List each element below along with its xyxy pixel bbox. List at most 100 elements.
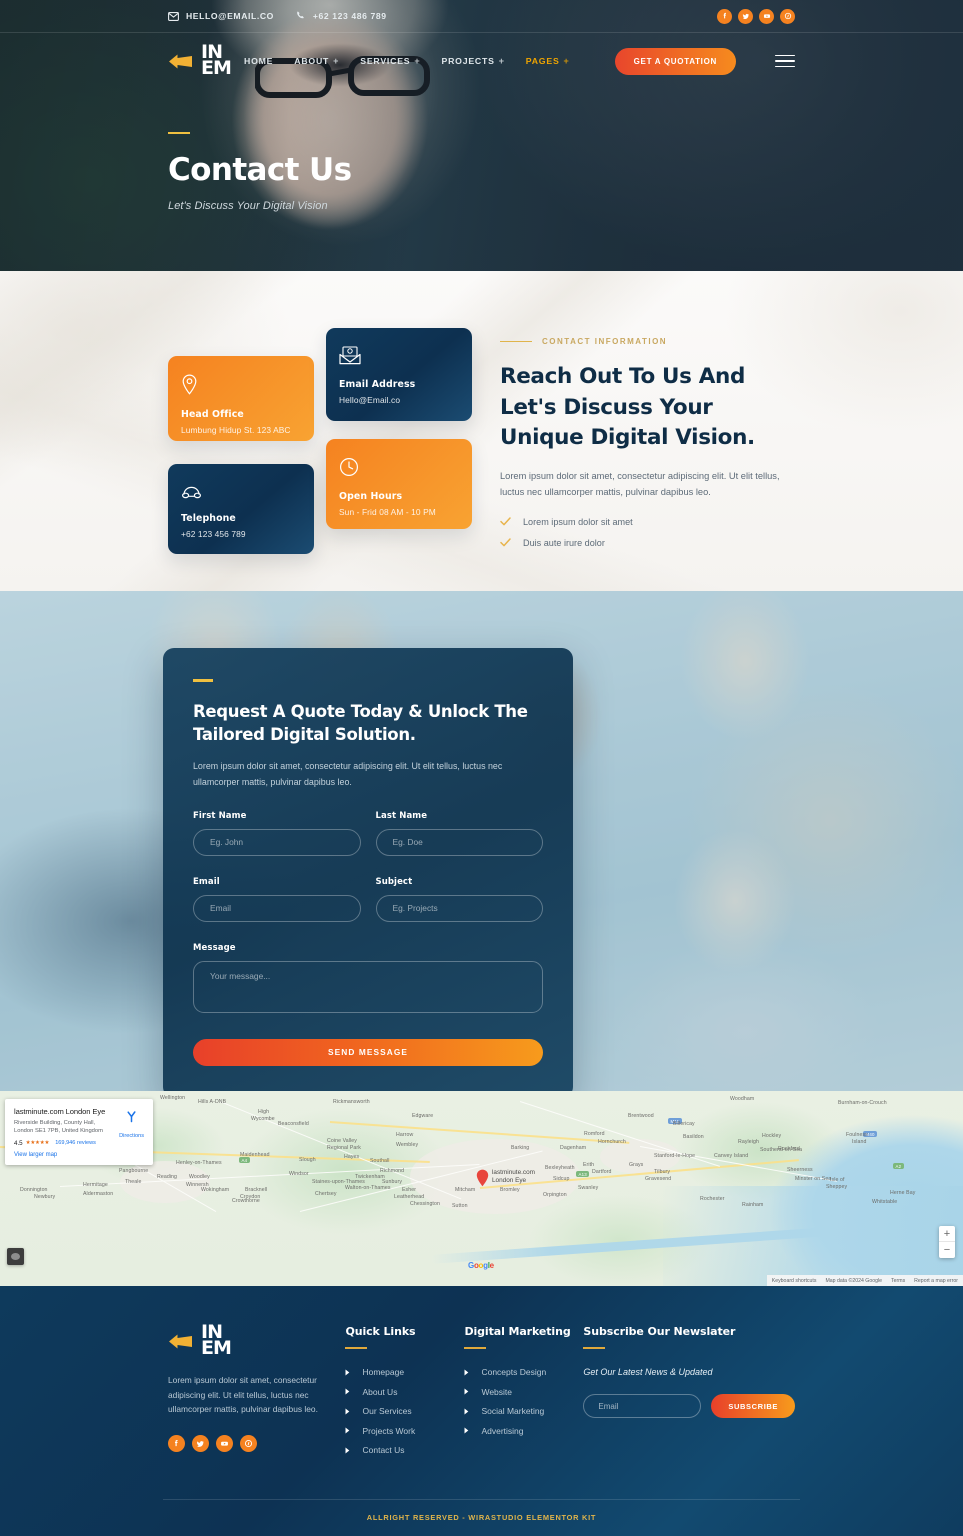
pinterest-icon[interactable] xyxy=(780,8,795,24)
nav-item-about[interactable]: ABOUT + xyxy=(294,56,339,66)
page-title: Contact Us xyxy=(168,152,352,188)
youtube-icon[interactable] xyxy=(216,1434,233,1452)
map-marker-label: lastminute.com London Eye xyxy=(492,1169,535,1185)
first-name-input[interactable] xyxy=(193,828,361,856)
map-view-larger-link[interactable]: View larger map xyxy=(14,1152,144,1158)
nav-item-pages[interactable]: PAGES + xyxy=(526,56,570,66)
nav-services-plus-icon: + xyxy=(414,56,421,66)
facebook-icon[interactable] xyxy=(717,8,732,24)
youtube-icon[interactable] xyxy=(759,8,774,24)
site-logo[interactable]: IN EM xyxy=(168,43,232,79)
quote-form-row-email-subject: Email Subject xyxy=(193,877,543,922)
map-place-label: Southall xyxy=(370,1158,390,1164)
subscribe-button[interactable]: SUBSCRIBE xyxy=(711,1394,795,1418)
footer-link-concepts-design-label: Concepts Design xyxy=(481,1367,547,1377)
google-watermark: Google xyxy=(468,1261,494,1270)
caret-right-icon xyxy=(464,1369,469,1375)
caret-right-icon xyxy=(345,1427,350,1434)
nav-item-projects[interactable]: PROJECTS + xyxy=(441,56,504,66)
map-place-label: Orpington xyxy=(543,1192,567,1198)
map-directions-button[interactable]: Directions xyxy=(119,1110,144,1142)
map-marker[interactable]: lastminute.com London Eye xyxy=(476,1169,535,1192)
logo-arrow-icon xyxy=(169,1334,192,1349)
subject-input[interactable] xyxy=(375,894,543,922)
map-report-error-link[interactable]: Report a map error xyxy=(914,1278,958,1284)
telephone-icon xyxy=(181,482,301,499)
footer-divider xyxy=(163,1499,800,1500)
logo-line-2: EM xyxy=(201,57,232,79)
footer-link-homepage[interactable]: Homepage xyxy=(345,1367,464,1377)
footer-heading-rule xyxy=(345,1347,368,1349)
mail-icon xyxy=(168,11,179,21)
send-message-button[interactable]: SEND MESSAGE xyxy=(193,1038,543,1066)
footer-link-advertising[interactable]: Advertising xyxy=(464,1426,583,1436)
map-section[interactable]: M11 M40 A4 A2 A13 lastminute.com London … xyxy=(0,1091,963,1286)
logo-wordmark: IN EM xyxy=(201,43,232,79)
map-place-label: Rickmansworth xyxy=(333,1099,370,1105)
map-place-label: Walton-on-Thames xyxy=(345,1185,391,1191)
nav-item-home[interactable]: HOME xyxy=(244,56,273,66)
footer-link-concepts-design[interactable]: Concepts Design xyxy=(464,1367,583,1377)
hamburger-menu-icon[interactable] xyxy=(775,51,795,72)
get-a-quotation-button[interactable]: GET A QUOTATION xyxy=(614,47,736,75)
caret-right-icon xyxy=(464,1388,469,1395)
map-zoom-in-button[interactable]: + xyxy=(939,1226,955,1242)
phone-icon xyxy=(297,11,304,19)
message-group: Message xyxy=(193,943,543,1018)
footer-link-homepage-label: Homepage xyxy=(362,1367,405,1377)
map-place-label: Island xyxy=(852,1139,867,1145)
facebook-icon[interactable] xyxy=(168,1434,185,1452)
map-keyboard-shortcuts[interactable]: Keyboard shortcuts xyxy=(772,1278,817,1284)
map-rating-reviews[interactable]: 169,946 reviews xyxy=(55,1140,96,1146)
footer-link-social-marketing[interactable]: Social Marketing xyxy=(464,1406,583,1416)
contact-card-telephone[interactable]: Telephone +62 123 456 789 xyxy=(168,464,314,555)
topbar-phone-text: +62 123 486 789 xyxy=(312,11,387,21)
hamburger-bar-3 xyxy=(775,65,795,68)
map-terms-link[interactable]: Terms xyxy=(891,1278,905,1284)
footer-link-social-marketing-label: Social Marketing xyxy=(481,1406,545,1416)
checklist-item: Lorem ipsum dolor sit amet xyxy=(500,517,795,527)
footer-digital-marketing-heading: Digital Marketing xyxy=(464,1325,571,1338)
directions-icon xyxy=(127,1111,136,1123)
twitter-icon[interactable] xyxy=(192,1434,209,1452)
footer-link-website[interactable]: Website xyxy=(464,1387,583,1397)
footer-newsletter-heading: Subscribe Our Newslater xyxy=(583,1325,736,1338)
footer-link-projects-work[interactable]: Projects Work xyxy=(345,1426,464,1436)
email-input[interactable] xyxy=(193,894,361,922)
checklist-item-label: Lorem ipsum dolor sit amet xyxy=(523,516,633,527)
contact-card-email-address[interactable]: Email Address Hello@Email.co xyxy=(326,328,472,421)
map-place-label: Canvey Island xyxy=(714,1153,749,1159)
twitter-icon[interactable] xyxy=(738,8,753,24)
map-pin-marker-icon xyxy=(476,1169,489,1187)
subject-label: Subject xyxy=(375,876,413,887)
map-place-label: Henley-on-Thames xyxy=(176,1160,222,1166)
contact-information-section: Head Office Lumbung Hidup St. 123 ABC Em… xyxy=(0,271,963,591)
map-marker-label-line1: lastminute.com xyxy=(492,1169,535,1176)
topbar-phone[interactable]: +62 123 486 789 xyxy=(296,11,387,21)
footer-logo-line-2: EM xyxy=(201,1336,232,1359)
site-footer: IN EM Lorem ipsum dolor sit amet, consec… xyxy=(0,1286,963,1536)
map-place-label: Donnington xyxy=(20,1187,48,1193)
contact-card-open-hours[interactable]: Open Hours Sun - Frid 08 AM - 10 PM xyxy=(326,439,472,530)
footer-link-about-us[interactable]: About Us xyxy=(345,1387,464,1397)
newsletter-email-input[interactable] xyxy=(583,1394,702,1418)
nav-item-services[interactable]: SERVICES + xyxy=(360,56,420,66)
footer-link-our-services[interactable]: Our Services xyxy=(345,1406,464,1416)
top-bar: HELLO@EMAIL.CO +62 123 486 789 xyxy=(0,0,963,33)
last-name-input[interactable] xyxy=(375,828,543,856)
message-textarea[interactable] xyxy=(193,960,543,1013)
contact-card-head-office[interactable]: Head Office Lumbung Hidup St. 123 ABC xyxy=(168,356,314,441)
map-place-label: Sidcup xyxy=(553,1176,570,1182)
quote-accent-dash xyxy=(193,679,213,682)
email-label: Email xyxy=(193,876,220,887)
contact-information-paragraph: Lorem ipsum dolor sit amet, consectetur … xyxy=(500,470,780,497)
map-place-label: Barking xyxy=(511,1145,530,1151)
pinterest-icon[interactable] xyxy=(240,1434,257,1452)
topbar-email[interactable]: HELLO@EMAIL.CO xyxy=(168,11,274,21)
footer-link-contact-us[interactable]: Contact Us xyxy=(345,1445,464,1455)
map-marker-label-line2: London Eye xyxy=(492,1177,527,1184)
map-zoom-out-button[interactable]: − xyxy=(939,1242,955,1258)
footer-logo[interactable]: IN EM xyxy=(168,1323,345,1359)
map-place-label: Romford xyxy=(584,1131,605,1137)
map-street-view-button[interactable] xyxy=(7,1248,24,1265)
